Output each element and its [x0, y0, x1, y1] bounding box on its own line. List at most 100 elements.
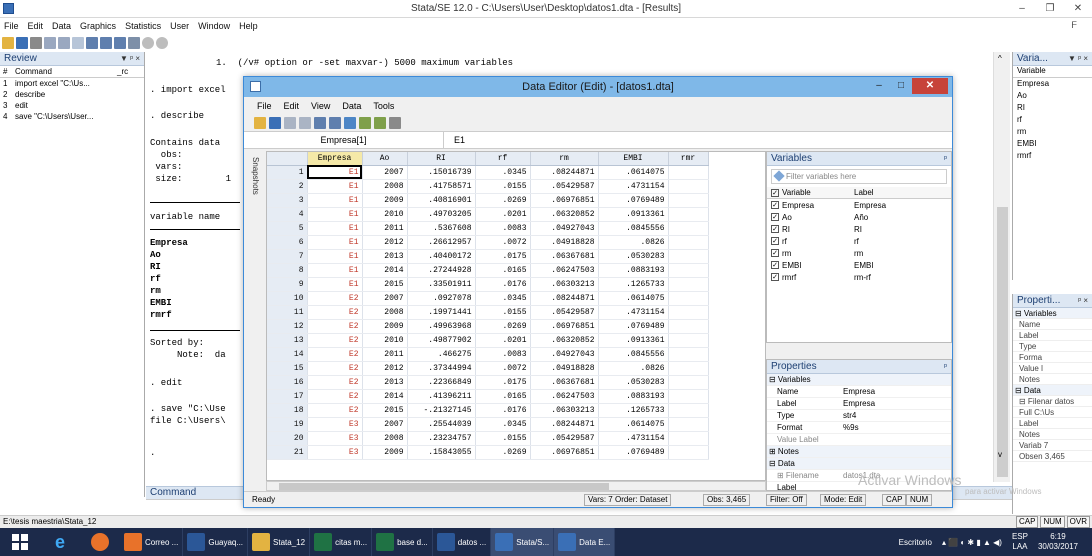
- data-cell[interactable]: [668, 165, 709, 180]
- de-variable-row[interactable]: ✓ Ao Año: [767, 211, 951, 223]
- open-icon[interactable]: [2, 37, 14, 49]
- data-cell[interactable]: .1265733: [598, 277, 669, 292]
- review-pin-icons[interactable]: ▼ ᵖ ×: [120, 54, 140, 63]
- de-variables-pin-icon[interactable]: ᵖ: [944, 152, 947, 166]
- data-browser-icon[interactable]: [114, 37, 126, 49]
- cell-empresa[interactable]: E1: [307, 207, 363, 222]
- taskbar-item[interactable]: Correo ...: [120, 528, 184, 556]
- de-menu-file[interactable]: File: [257, 101, 272, 111]
- cell-empresa[interactable]: E3: [307, 445, 363, 460]
- cell-empresa[interactable]: E3: [307, 431, 363, 446]
- data-cell[interactable]: .08244871: [530, 165, 599, 180]
- variable-checkbox[interactable]: ✓: [771, 201, 779, 209]
- cell-empresa[interactable]: E1: [307, 277, 363, 292]
- minimize-button[interactable]: –: [1008, 0, 1036, 18]
- main-variable-item[interactable]: RI: [1013, 102, 1092, 114]
- menu-graphics[interactable]: Graphics: [80, 21, 116, 31]
- data-cell[interactable]: 2015: [362, 403, 408, 418]
- data-cell[interactable]: .0175: [475, 249, 531, 264]
- data-cell[interactable]: [668, 277, 709, 292]
- cell-empresa[interactable]: E1: [307, 179, 363, 194]
- data-cell[interactable]: .0769489: [598, 445, 669, 460]
- de-open-icon[interactable]: [254, 117, 266, 129]
- clock-time[interactable]: 6:19: [1038, 532, 1078, 542]
- data-cell[interactable]: [668, 347, 709, 362]
- taskbar-item[interactable]: Data E...: [554, 528, 616, 556]
- data-cell[interactable]: [668, 235, 709, 250]
- de-menu-tools[interactable]: Tools: [373, 101, 394, 111]
- de-variable-row[interactable]: ✓ Empresa Empresa: [767, 199, 951, 211]
- data-cell[interactable]: 2009: [362, 445, 408, 460]
- menu-edit[interactable]: Edit: [28, 21, 44, 31]
- review-col-rc[interactable]: _rc: [117, 67, 128, 76]
- data-cell[interactable]: .15843055: [407, 445, 476, 460]
- data-cell[interactable]: .0165: [475, 263, 531, 278]
- data-cell[interactable]: .08244871: [530, 417, 599, 432]
- data-cell[interactable]: .41396211: [407, 389, 476, 404]
- row-number[interactable]: 1: [267, 165, 308, 180]
- data-cell[interactable]: .0345: [475, 165, 531, 180]
- data-cell[interactable]: .0201: [475, 207, 531, 222]
- close-button[interactable]: ✕: [1064, 0, 1092, 18]
- data-cell[interactable]: .0913361: [598, 207, 669, 222]
- data-cell[interactable]: .0530283: [598, 375, 669, 390]
- row-number[interactable]: 14: [267, 347, 308, 362]
- data-cell[interactable]: .0083: [475, 221, 531, 236]
- data-cell[interactable]: .0155: [475, 431, 531, 446]
- firefox-button[interactable]: [80, 528, 120, 556]
- select-all-checkbox[interactable]: ✓: [771, 188, 779, 197]
- property-row[interactable]: ⊟ Variables: [767, 374, 951, 386]
- row-number[interactable]: 15: [267, 361, 308, 376]
- data-cell[interactable]: .33501911: [407, 277, 476, 292]
- property-row[interactable]: ⊟ Data: [767, 458, 951, 470]
- data-cell[interactable]: .05429587: [530, 305, 599, 320]
- data-cell[interactable]: 2012: [362, 361, 408, 376]
- de-variable-row[interactable]: ✓ RI RI: [767, 223, 951, 235]
- grid-scroll-thumb[interactable]: [279, 483, 609, 490]
- de-browse-mode-icon[interactable]: [329, 117, 341, 129]
- data-cell[interactable]: .25544039: [407, 417, 476, 432]
- data-cell[interactable]: .04927043: [530, 347, 599, 362]
- data-cell[interactable]: 2009: [362, 319, 408, 334]
- row-number[interactable]: 8: [267, 263, 308, 278]
- data-cell[interactable]: [668, 403, 709, 418]
- data-cell[interactable]: .40816901: [407, 193, 476, 208]
- property-row[interactable]: Type str4: [767, 410, 951, 422]
- results-scrollbar[interactable]: ^ v: [993, 52, 1010, 482]
- data-cell[interactable]: .06367681: [530, 375, 599, 390]
- cell-empresa[interactable]: E1: [307, 263, 363, 278]
- cell-empresa[interactable]: E2: [307, 305, 363, 320]
- data-cell[interactable]: .0883193: [598, 389, 669, 404]
- variables-manager-icon[interactable]: [128, 37, 140, 49]
- data-cell[interactable]: .0269: [475, 445, 531, 460]
- snapshots-tab[interactable]: Snapshots: [249, 151, 266, 481]
- data-cell[interactable]: 2007: [362, 291, 408, 306]
- cell-empresa[interactable]: E2: [307, 403, 363, 418]
- de-col-variable[interactable]: Variable: [782, 188, 854, 197]
- data-cell[interactable]: [668, 221, 709, 236]
- de-copy-icon[interactable]: [284, 117, 296, 129]
- cell-empresa[interactable]: E2: [307, 291, 363, 306]
- de-menu-edit[interactable]: Edit: [284, 101, 300, 111]
- main-variables-pins[interactable]: ▼ ᵖ ×: [1068, 54, 1088, 63]
- row-number[interactable]: 2: [267, 179, 308, 194]
- de-properties-icon[interactable]: [374, 117, 386, 129]
- main-variable-item[interactable]: EMBI: [1013, 138, 1092, 150]
- ie-button[interactable]: e: [40, 528, 80, 556]
- data-cell[interactable]: [668, 361, 709, 376]
- de-variable-row[interactable]: ✓ rmrf rm-rf: [767, 271, 951, 283]
- data-cell[interactable]: 2015: [362, 277, 408, 292]
- variable-checkbox[interactable]: ✓: [771, 213, 779, 221]
- row-number[interactable]: 16: [267, 375, 308, 390]
- data-cell[interactable]: .04918828: [530, 235, 599, 250]
- de-snapshots-icon[interactable]: [389, 117, 401, 129]
- taskbar-item[interactable]: base d...: [372, 528, 433, 556]
- data-cell[interactable]: [668, 319, 709, 334]
- data-cell[interactable]: 2008: [362, 179, 408, 194]
- data-cell[interactable]: [668, 375, 709, 390]
- menu-data[interactable]: Data: [52, 21, 71, 31]
- data-cell[interactable]: .0269: [475, 319, 531, 334]
- main-variable-item[interactable]: rmrf: [1013, 150, 1092, 162]
- save-icon[interactable]: [16, 37, 28, 49]
- cell-empresa[interactable]: E3: [307, 417, 363, 432]
